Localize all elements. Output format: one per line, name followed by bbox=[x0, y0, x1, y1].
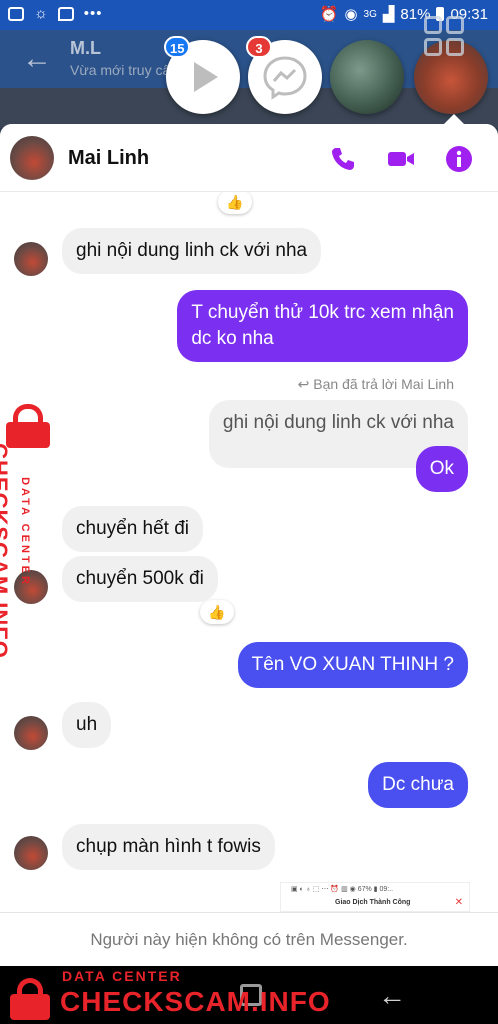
alarm-icon: ⏰ bbox=[319, 6, 339, 23]
reaction-like: 👍 bbox=[218, 192, 252, 214]
contact-name[interactable]: Mai Linh bbox=[68, 147, 149, 170]
more-notifications-icon: ••• bbox=[83, 5, 103, 22]
chat-head-pointer bbox=[444, 114, 464, 124]
message-line: T chuyển thử 10k trc xem nhận bbox=[191, 302, 454, 323]
chat-head-contact-photo[interactable] bbox=[330, 40, 404, 114]
unavailable-notice: Người này hiện không có trên Messenger. bbox=[0, 912, 498, 966]
message-line: dc ko nha bbox=[191, 328, 274, 349]
back-arrow-icon[interactable]: ← bbox=[22, 42, 52, 76]
message-incoming[interactable]: chụp màn hình t fowis bbox=[62, 824, 275, 870]
back-button[interactable]: ← bbox=[378, 980, 406, 1012]
reply-note: ↩ Bạn đã trả lời Mai Linh bbox=[297, 376, 454, 392]
message-outgoing[interactable]: T chuyển thử 10k trc xem nhận dc ko nha bbox=[177, 290, 468, 362]
preview-close-icon: ✕ bbox=[454, 897, 463, 908]
message-outgoing[interactable]: Ok bbox=[415, 446, 468, 492]
chat-head-video[interactable]: 15 bbox=[164, 36, 240, 114]
shield-icon: ◉ bbox=[344, 6, 358, 23]
avatar bbox=[14, 716, 48, 750]
preview-title: Giao Dịch Thành Công bbox=[335, 899, 411, 906]
gallery-icon bbox=[8, 6, 24, 21]
video-call-icon[interactable] bbox=[386, 144, 416, 174]
message-incoming[interactable]: ghi nội dung linh ck với nha bbox=[62, 228, 322, 274]
weather-icon: ☼ bbox=[34, 5, 48, 22]
reply-icon: ↩ bbox=[297, 376, 314, 392]
avatar[interactable] bbox=[10, 136, 54, 180]
unread-badge: 3 bbox=[246, 36, 272, 58]
info-icon[interactable] bbox=[444, 144, 474, 174]
message-incoming[interactable]: chuyển hết đi bbox=[62, 506, 204, 552]
message-list[interactable]: 👍 ghi nội dung linh ck với nha T chuyển … bbox=[0, 192, 498, 912]
watermark-small: DATA CENTER bbox=[62, 968, 182, 984]
message-incoming[interactable]: chuyển 500k đi bbox=[62, 556, 218, 602]
avatar bbox=[14, 836, 48, 870]
grid-menu-icon[interactable] bbox=[424, 16, 464, 56]
message-outgoing[interactable]: Dc chưa bbox=[368, 762, 468, 808]
watermark-small: DATA CENTER bbox=[19, 477, 31, 587]
unread-badge: 15 bbox=[164, 36, 191, 58]
background-subtitle: Vừa mới truy cậ bbox=[70, 62, 171, 78]
message-incoming[interactable]: uh bbox=[62, 702, 112, 748]
image-attachment-preview[interactable]: ▣ ◐ ♁ ⬚ ⋯ ⏰ ▥ ◉ 67% ▮ 09:.. Giao Dịch Th… bbox=[280, 882, 470, 912]
chat-panel: Mai Linh 👍 ghi nội dung linh ck với nha … bbox=[0, 124, 498, 966]
chat-head-messenger[interactable]: 3 bbox=[246, 36, 322, 114]
reaction-like: 👍 bbox=[200, 600, 234, 624]
background-title: M.L bbox=[70, 38, 101, 58]
message-outgoing[interactable]: Tên VO XUAN THINH ? bbox=[237, 642, 468, 688]
signal-icon: ▟ bbox=[382, 6, 395, 23]
watermark-vertical: DATA CENTER CHECKSCAM.INFO bbox=[0, 404, 60, 659]
watermark-large: CHECKSCAM.INFO bbox=[0, 443, 12, 659]
preview-status-bar: ▣ ◐ ♁ ⬚ ⋯ ⏰ ▥ ◉ 67% ▮ 09:.. bbox=[291, 886, 394, 893]
chat-notification-icon bbox=[57, 6, 74, 21]
watermark-lock-icon bbox=[10, 978, 50, 1020]
chat-header: Mai Linh bbox=[0, 124, 498, 192]
watermark-large: CHECKSCAM.INFO bbox=[60, 986, 331, 1017]
avatar bbox=[14, 242, 48, 276]
phone-icon[interactable] bbox=[328, 144, 358, 174]
network-type: 3G bbox=[363, 8, 377, 20]
